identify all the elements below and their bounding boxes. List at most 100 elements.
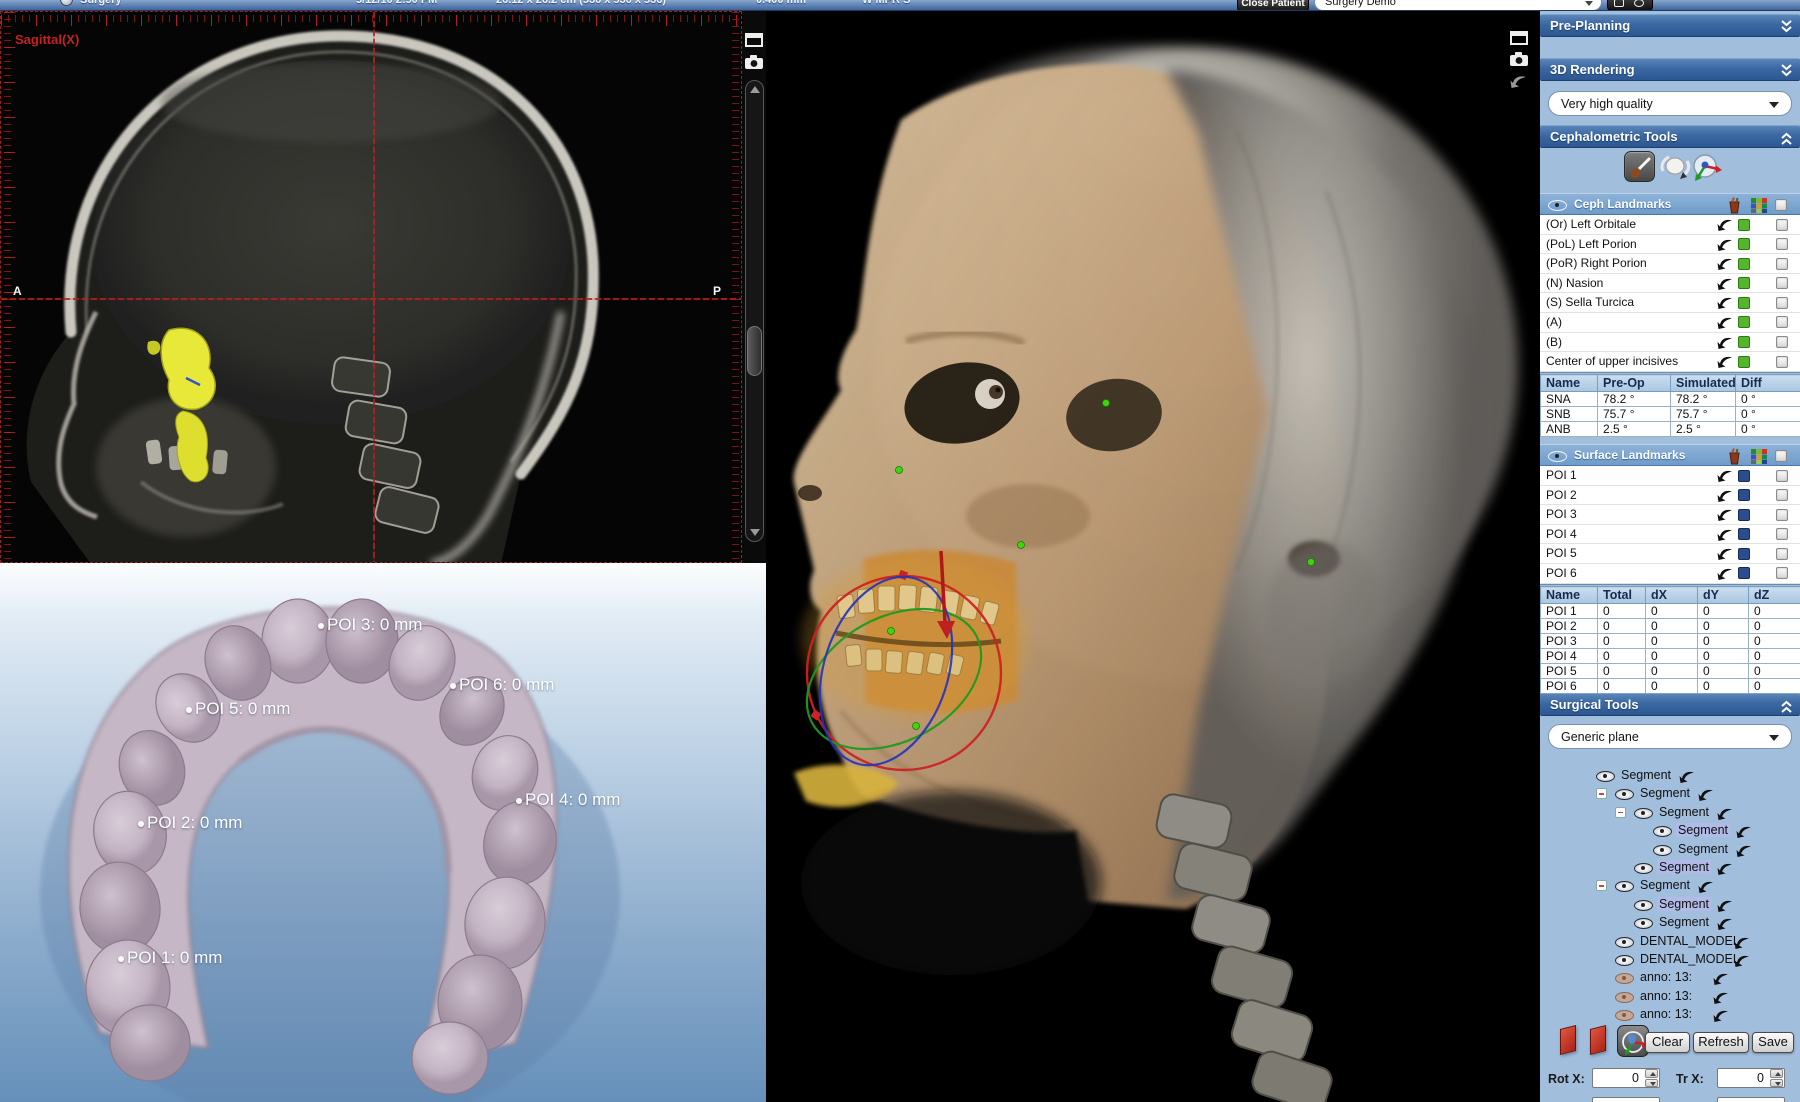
goto-landmark-icon[interactable] bbox=[1717, 278, 1733, 290]
poi-annotation[interactable]: POI 6: 0 mm bbox=[450, 675, 554, 695]
landmark-checkbox[interactable] bbox=[1776, 277, 1788, 289]
poi-annotation[interactable]: POI 1: 0 mm bbox=[118, 948, 222, 968]
select-all-checkbox[interactable] bbox=[1775, 199, 1787, 211]
goto-landmark-icon[interactable] bbox=[1717, 490, 1733, 502]
cut-plane-flag-icon[interactable] bbox=[1560, 1025, 1576, 1055]
section-pre-planning[interactable]: Pre-Planning bbox=[1540, 14, 1800, 37]
crosshair-vertical[interactable] bbox=[373, 12, 375, 562]
tree-item-segment[interactable]: Segment bbox=[1540, 767, 1800, 785]
landmark-brush-tool-button[interactable] bbox=[1624, 151, 1655, 182]
poi-annotation[interactable]: POI 4: 0 mm bbox=[516, 790, 620, 810]
goto-landmark-icon[interactable] bbox=[1717, 900, 1733, 912]
goto-landmark-icon[interactable] bbox=[1717, 548, 1733, 560]
tree-collapse-icon[interactable] bbox=[1615, 807, 1626, 818]
visibility-eye-icon[interactable] bbox=[1615, 881, 1634, 892]
landmark-color-swatch[interactable] bbox=[1738, 470, 1750, 482]
goto-landmark-icon[interactable] bbox=[1713, 973, 1729, 985]
goto-landmark-icon[interactable] bbox=[1717, 808, 1733, 820]
chevron-double-up-icon[interactable] bbox=[1781, 132, 1792, 146]
chevron-double-down-icon[interactable] bbox=[1781, 63, 1792, 77]
chevron-double-down-icon[interactable] bbox=[1781, 19, 1792, 33]
landmark-checkbox[interactable] bbox=[1776, 548, 1788, 560]
camera-icon[interactable] bbox=[1510, 52, 1528, 66]
landmark-color-swatch[interactable] bbox=[1738, 567, 1750, 579]
goto-landmark-icon[interactable] bbox=[1736, 826, 1752, 838]
goto-landmark-icon[interactable] bbox=[1734, 937, 1750, 949]
goto-view-icon[interactable] bbox=[1510, 75, 1528, 89]
landmark-row[interactable]: (Or) Left Orbitale bbox=[1540, 215, 1800, 235]
goto-landmark-icon[interactable] bbox=[1713, 992, 1729, 1004]
landmark-row[interactable]: POI 5 bbox=[1540, 544, 1800, 564]
goto-landmark-icon[interactable] bbox=[1717, 918, 1733, 930]
goto-landmark-icon[interactable] bbox=[1717, 337, 1733, 349]
color-palette-icon[interactable] bbox=[1751, 449, 1767, 464]
window-layout-icon[interactable] bbox=[1510, 31, 1528, 45]
save-button[interactable]: Save bbox=[1752, 1032, 1794, 1053]
clear-button[interactable]: Clear bbox=[1645, 1032, 1690, 1053]
landmark-checkbox[interactable] bbox=[1776, 489, 1788, 501]
poi-annotation[interactable]: POI 2: 0 mm bbox=[138, 813, 242, 833]
render-quality-dropdown[interactable]: Very high quality bbox=[1548, 91, 1792, 116]
tree-item-segment[interactable]: Segment bbox=[1540, 896, 1800, 914]
landmark-color-swatch[interactable] bbox=[1738, 277, 1750, 289]
poi-annotation[interactable]: POI 3: 0 mm bbox=[318, 615, 422, 635]
rot-x-stepper[interactable] bbox=[1645, 1069, 1658, 1087]
landmark-checkbox[interactable] bbox=[1776, 336, 1788, 348]
visibility-eye-icon[interactable] bbox=[1615, 992, 1634, 1003]
refresh-button[interactable]: Refresh bbox=[1693, 1032, 1749, 1053]
scroll-up-icon[interactable] bbox=[750, 86, 760, 93]
goto-landmark-icon[interactable] bbox=[1698, 881, 1714, 893]
visibility-eye-icon[interactable] bbox=[1634, 900, 1653, 911]
visibility-eye-icon[interactable] bbox=[1615, 789, 1634, 800]
landmark-color-swatch[interactable] bbox=[1738, 238, 1750, 250]
landmark-color-swatch[interactable] bbox=[1738, 336, 1750, 348]
tree-item-segment[interactable]: Segment bbox=[1540, 785, 1800, 803]
landmark-color-swatch[interactable] bbox=[1738, 297, 1750, 309]
goto-landmark-icon[interactable] bbox=[1717, 219, 1733, 231]
tree-item-segment[interactable]: Segment bbox=[1540, 822, 1800, 840]
visibility-eye-icon[interactable] bbox=[1634, 918, 1653, 929]
goto-landmark-icon[interactable] bbox=[1679, 771, 1695, 783]
landmark-checkbox[interactable] bbox=[1776, 567, 1788, 579]
tr-y-input-partial[interactable] bbox=[1717, 1097, 1785, 1102]
rot-y-input-partial[interactable] bbox=[1592, 1097, 1660, 1102]
visibility-eye-icon[interactable] bbox=[1615, 1010, 1634, 1021]
scroll-down-icon[interactable] bbox=[750, 529, 760, 536]
surface-landmarks-header[interactable]: Surface Landmarks bbox=[1540, 444, 1800, 466]
landmark-color-swatch[interactable] bbox=[1738, 356, 1750, 368]
crosshair-horizontal[interactable] bbox=[1, 298, 741, 300]
tree-item-annotation[interactable]: anno: 13: bbox=[1540, 988, 1800, 1006]
landmark-row[interactable]: Center of upper incisives bbox=[1540, 352, 1800, 372]
tree-item-segment[interactable]: Segment bbox=[1540, 804, 1800, 822]
landmark-color-swatch[interactable] bbox=[1738, 509, 1750, 521]
landmark-checkbox[interactable] bbox=[1776, 297, 1788, 309]
visibility-eye-icon[interactable] bbox=[1653, 826, 1672, 837]
render-3d-view[interactable] bbox=[766, 11, 1540, 1102]
landmark-color-swatch[interactable] bbox=[1738, 316, 1750, 328]
tree-collapse-icon[interactable] bbox=[1596, 788, 1607, 799]
visibility-eye-icon[interactable] bbox=[1596, 771, 1615, 782]
landmark-color-swatch[interactable] bbox=[1738, 528, 1750, 540]
goto-landmark-icon[interactable] bbox=[1717, 863, 1733, 875]
tree-item-segment[interactable]: Segment bbox=[1540, 841, 1800, 859]
landmark-row[interactable]: POI 1 bbox=[1540, 466, 1800, 486]
landmark-row[interactable]: (N) Nasion bbox=[1540, 274, 1800, 294]
goto-landmark-icon[interactable] bbox=[1717, 317, 1733, 329]
landmark-checkbox[interactable] bbox=[1776, 238, 1788, 250]
cut-plane-flag-icon-2[interactable] bbox=[1590, 1025, 1606, 1055]
section-cephalometric-tools[interactable]: Cephalometric Tools bbox=[1540, 125, 1800, 148]
landmark-checkbox[interactable] bbox=[1776, 528, 1788, 540]
poi-annotation[interactable]: POI 5: 0 mm bbox=[186, 699, 290, 719]
cut-plane-dropdown[interactable]: Generic plane bbox=[1548, 724, 1792, 749]
trash-icon[interactable] bbox=[1726, 448, 1743, 465]
goto-landmark-icon[interactable] bbox=[1734, 955, 1750, 967]
visibility-eye-icon[interactable] bbox=[1634, 863, 1653, 874]
tree-item-segment[interactable]: DENTAL_MODEL bbox=[1540, 951, 1800, 969]
camera-icon[interactable] bbox=[745, 55, 763, 69]
visibility-eye-icon[interactable] bbox=[1615, 937, 1634, 948]
color-palette-icon[interactable] bbox=[1751, 198, 1767, 213]
goto-landmark-icon[interactable] bbox=[1736, 845, 1752, 857]
landmark-row[interactable]: (A) bbox=[1540, 313, 1800, 333]
landmark-row[interactable]: POI 6 bbox=[1540, 564, 1800, 584]
visibility-eye-icon[interactable] bbox=[1634, 808, 1653, 819]
